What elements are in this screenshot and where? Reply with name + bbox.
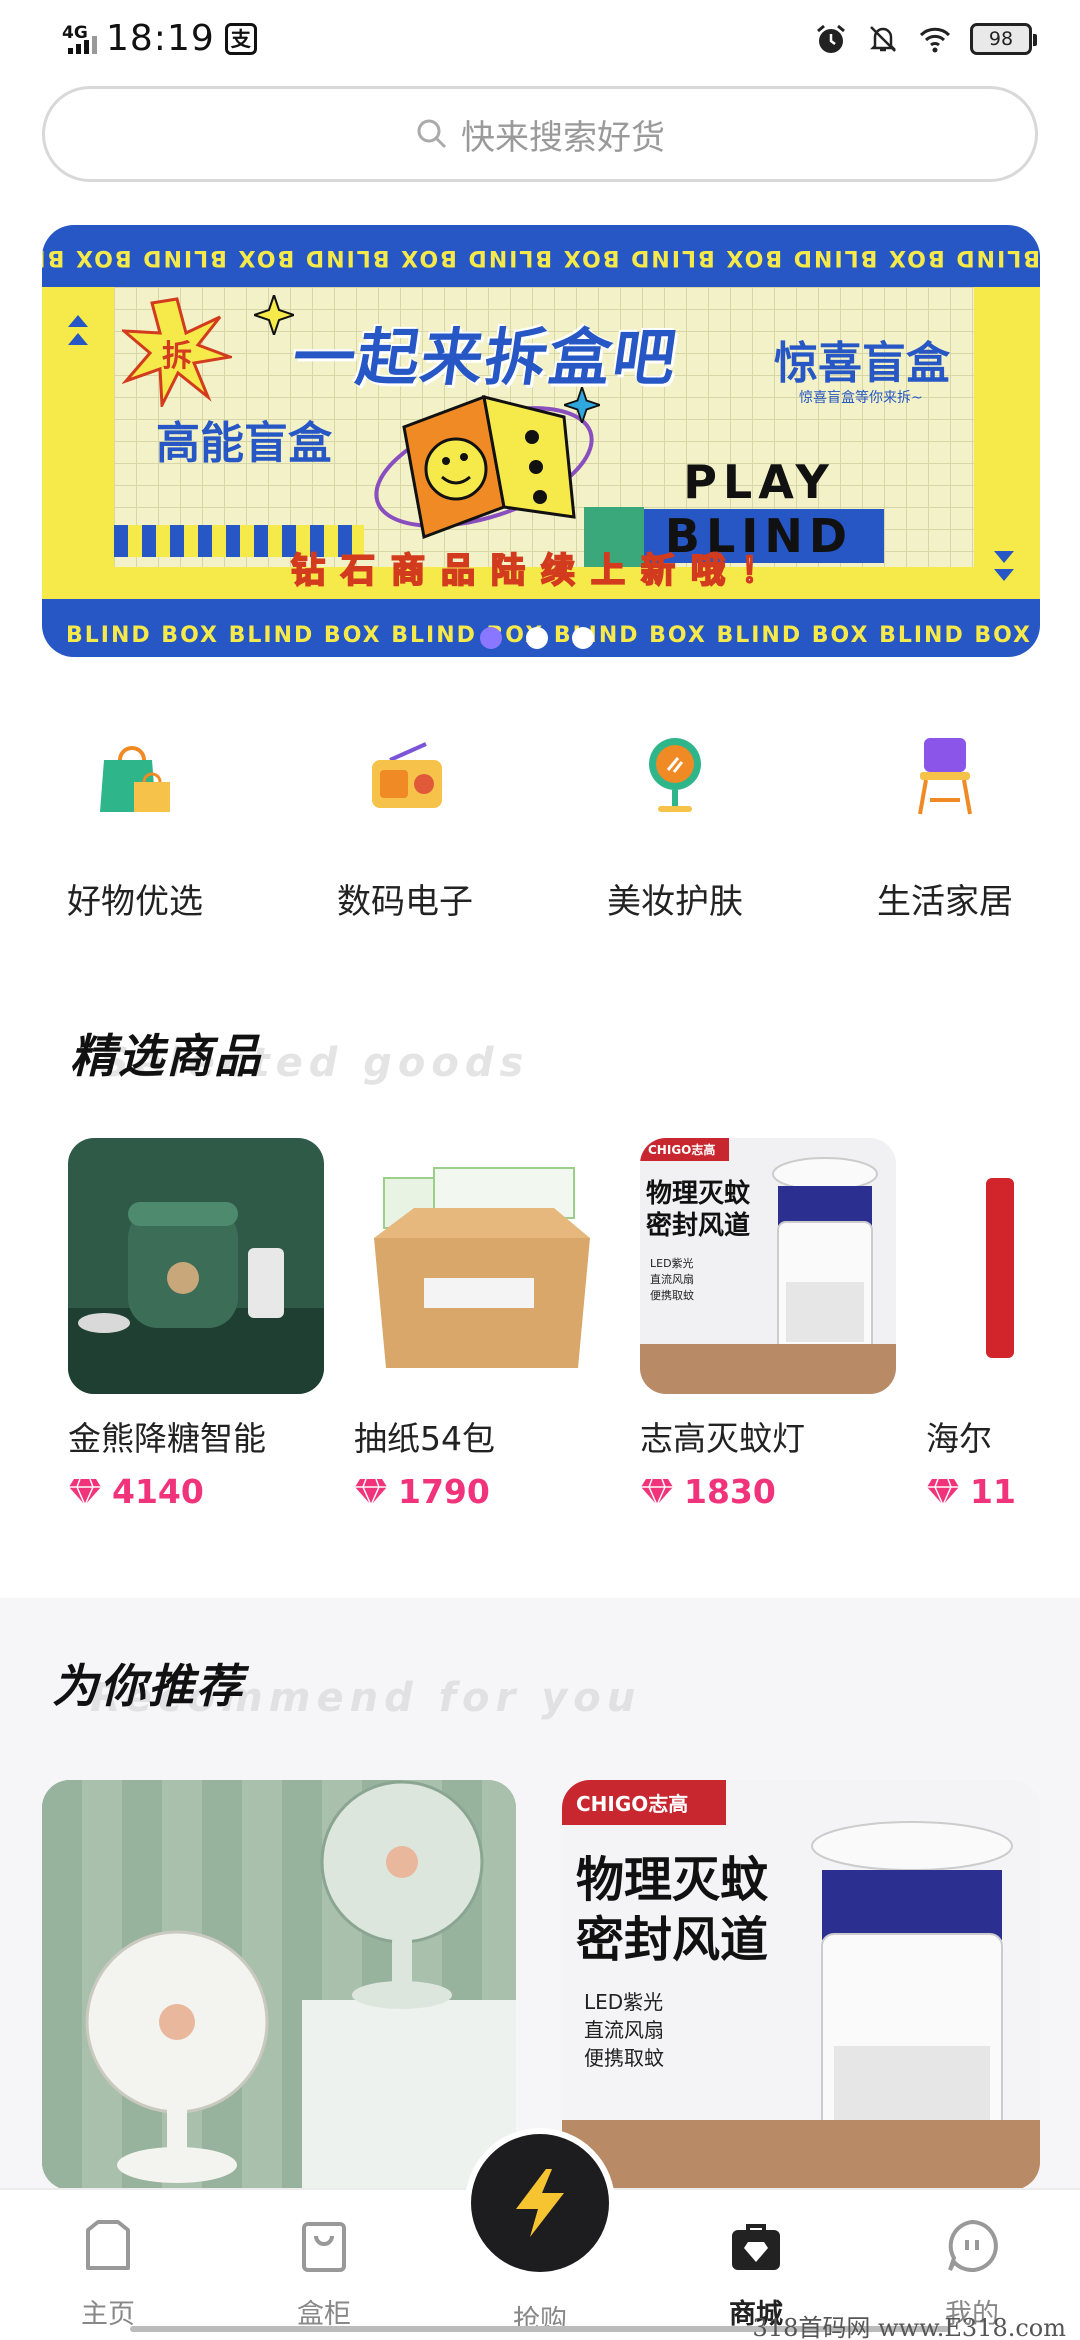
lamp-illustration	[772, 1157, 878, 1353]
featured-carousel[interactable]: 金熊降糖智能 4140 抽纸54包 1790 CHIGO志高 物理灭蚊 密封风道…	[68, 1138, 1080, 1538]
pagination-dot[interactable]	[572, 627, 594, 649]
fan-product-image	[42, 1780, 516, 2190]
product-bullets: LED紫光 直流风扇 便携取蚊	[650, 1256, 694, 1304]
recommend-card[interactable]: CHIGO志高 物理灭蚊 密封风道 LED紫光 直流风扇 便携取蚊	[562, 1780, 1040, 2190]
category-label: 数码电子	[337, 882, 473, 922]
category-label: 美妆护肤	[607, 882, 743, 922]
mute-bell-icon	[869, 26, 897, 52]
diamond-icon	[355, 1478, 387, 1507]
flash-sale-button[interactable]	[465, 2128, 615, 2278]
lightning-icon	[516, 2169, 564, 2237]
status-right: 98	[814, 22, 1037, 56]
banner-pagination	[480, 627, 594, 649]
cellular-signal-icon: 4G	[62, 22, 97, 56]
product-headline: 物理灭蚊 密封风道	[646, 1178, 750, 1242]
product-price-value: 1830	[684, 1472, 776, 1511]
product-card[interactable]: 金熊降糖智能 4140	[68, 1138, 324, 1511]
category-item[interactable]: 数码电子	[270, 730, 540, 923]
category-label: 好物优选	[67, 882, 203, 922]
bullet: 便携取蚊	[584, 2046, 664, 2070]
product-image	[926, 1138, 1080, 1394]
shop-diamond-icon	[732, 2224, 780, 2270]
diamond-icon	[641, 1478, 673, 1507]
product-card[interactable]: 抽纸54包 1790	[354, 1138, 610, 1511]
category-item[interactable]: 好物优选	[0, 730, 270, 923]
bag-icon	[302, 2222, 346, 2272]
headline-line: 密封风道	[576, 1912, 769, 1968]
product-price-value: 1790	[398, 1472, 490, 1511]
bullet: 直流风扇	[650, 1273, 694, 1286]
banner-border-top: BLIND BOX BLIND BOX BLIND BOX BLIND BOX …	[42, 245, 1040, 270]
play-text: PLAY	[683, 455, 835, 509]
product-price: 1790	[354, 1472, 610, 1511]
diamond-icon	[927, 1478, 959, 1507]
product-headline: 物理灭蚊 密封风道	[576, 1850, 768, 1970]
headline-line: 物理灭蚊	[646, 1179, 751, 1209]
product-price-value: 11	[970, 1472, 1016, 1511]
recommend-card[interactable]	[42, 1780, 516, 2190]
table-surface	[562, 2120, 1040, 2190]
shopping-bag-icon	[100, 746, 170, 812]
banner-caption: 钻石商品陆续上新哦！	[290, 550, 791, 592]
product-name: 抽纸54包	[354, 1419, 495, 1458]
home-icon	[86, 2220, 130, 2270]
sparkle-icon	[254, 295, 294, 335]
chair-icon	[918, 738, 972, 815]
brand-tag: CHIGO志高	[640, 1138, 730, 1161]
featured-title: 精选商品	[70, 1029, 262, 1083]
pagination-dot[interactable]	[526, 627, 548, 649]
category-item[interactable]: 生活家居	[810, 730, 1080, 923]
search-placeholder: 快来搜索好货	[461, 117, 665, 158]
alarm-icon	[817, 24, 845, 53]
product-card[interactable]: CHIGO志高 物理灭蚊 密封风道 LED紫光 直流风扇 便携取蚊 志高灭蚊灯 …	[640, 1138, 896, 1511]
product-image: CHIGO志高 物理灭蚊 密封风道 LED紫光 直流风扇 便携取蚊	[640, 1138, 896, 1394]
brand-tag: CHIGO志高	[562, 1780, 727, 1825]
clock: 18:19	[106, 18, 215, 59]
product-bullets: LED紫光 直流风扇 便携取蚊	[584, 1988, 664, 2072]
product-price: 1830	[640, 1472, 896, 1511]
alipay-notification-icon: 支	[224, 22, 257, 55]
product-image	[354, 1138, 610, 1394]
radio-icon	[372, 742, 442, 808]
product-price-value: 4140	[112, 1472, 204, 1511]
pagination-dot[interactable]	[480, 627, 502, 649]
search-icon	[417, 119, 447, 149]
product-card[interactable]: 海尔 11	[926, 1138, 1080, 1511]
sparkle-icon	[564, 387, 600, 423]
status-left: 4G 18:19 支	[62, 18, 257, 59]
headline-line: 密封风道	[646, 1211, 751, 1241]
nav-home[interactable]: 主页	[48, 2216, 168, 2331]
diamond-icon	[69, 1478, 101, 1507]
product-name: 海尔	[926, 1419, 992, 1458]
burst-text: 拆	[162, 339, 192, 374]
banner-left-label: 高能盲盒	[156, 418, 332, 469]
search-bar[interactable]: 快来搜索好货	[42, 86, 1038, 182]
category-item[interactable]: 美妆护肤	[540, 730, 810, 923]
recommend-title: 为你推荐	[52, 1659, 244, 1713]
product-price: 11	[926, 1472, 1080, 1511]
category-label: 生活家居	[877, 882, 1013, 922]
watermark: 318首码网 www.E318.com	[752, 2314, 1066, 2340]
banner-right-label: 惊喜盲盒	[774, 338, 950, 389]
headline-line: 物理灭蚊	[576, 1852, 769, 1908]
bullet: LED紫光	[584, 1990, 664, 2014]
battery-indicator: 98	[970, 23, 1037, 55]
product-image	[68, 1138, 324, 1394]
banner-right-sub: 惊喜盲盒等你来拆~	[799, 390, 923, 406]
bullet: 直流风扇	[584, 2018, 664, 2042]
product-name: 金熊降糖智能	[68, 1419, 266, 1458]
product-name: 志高灭蚊灯	[640, 1419, 805, 1458]
promo-banner[interactable]: BLIND BOX BLIND BOX BLIND BOX BLIND BOX …	[42, 225, 1040, 657]
status-bar: 4G 18:19 支 98	[0, 0, 1080, 80]
category-row: 好物优选 数码电子 美妆护肤 生活家居	[0, 730, 1080, 923]
wifi-icon	[919, 27, 951, 53]
nav-box[interactable]: 盒柜	[264, 2216, 384, 2331]
bullet: LED紫光	[650, 1257, 694, 1270]
profile-chat-icon	[948, 2219, 998, 2272]
table-surface	[640, 1344, 896, 1394]
mirror-icon	[649, 738, 701, 812]
bullet: 便携取蚊	[650, 1289, 694, 1302]
product-price: 4140	[68, 1472, 324, 1511]
